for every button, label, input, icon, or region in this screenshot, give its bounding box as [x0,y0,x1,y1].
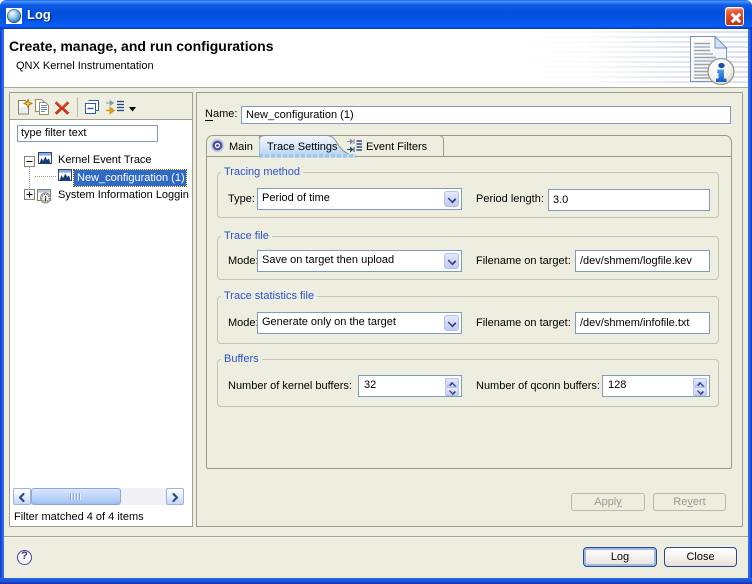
svg-text:i: i [44,194,46,203]
